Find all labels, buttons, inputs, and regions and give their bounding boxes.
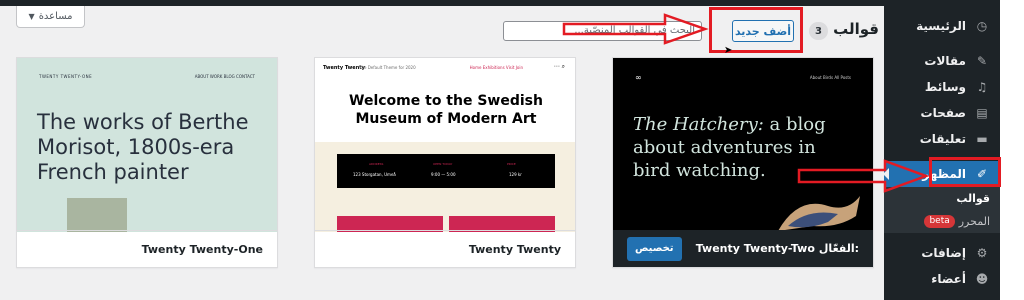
theme-screenshot[interactable]: ∞ About Birds All Posts The Hatchery: a …: [613, 58, 873, 232]
sidebar-item-posts[interactable]: ✎ مقالات: [884, 48, 1000, 74]
comment-icon: ▬: [976, 132, 988, 146]
info-value: 129 kr: [509, 172, 522, 177]
sidebar-item-comments[interactable]: ▬ تعليقات: [884, 126, 1000, 152]
admin-sidebar: ◷ الرئيسية ✎ مقالات ♫ وسائط ▤ صفحات ▬ تع…: [883, 6, 1000, 300]
sidebar-item-label: الرئيسية: [916, 19, 966, 33]
media-icon: ♫: [976, 80, 988, 94]
submenu-label: قوالب: [956, 191, 990, 205]
preview-site-description: The Default Theme for 2020: [359, 65, 416, 70]
sidebar-item-label: أعضاء: [931, 272, 966, 286]
active-theme-label: Twenty Twenty-Two الفعّال:: [696, 242, 859, 255]
theme-card-footer: Twenty Twenty: [315, 230, 575, 267]
preview-site-title: TWENTY TWENTY-ONE: [39, 74, 93, 79]
info-label: PRICE: [507, 162, 516, 166]
user-icon: ☻: [975, 272, 989, 286]
info-label: OPEN TODAY: [433, 162, 453, 166]
customize-button[interactable]: تخصيص: [627, 236, 682, 261]
dashboard-icon: ◷: [976, 19, 988, 33]
theme-card-twenty-twenty-one[interactable]: TWENTY TWENTY-ONE ABOUT WORK BLOG CONTAC…: [16, 57, 278, 268]
theme-screenshot[interactable]: Twenty Twenty The Default Theme for 2020…: [315, 58, 575, 232]
preview-nav: About Birds All Posts: [809, 75, 851, 80]
beta-badge: beta: [924, 214, 955, 228]
page-icon: ▤: [976, 106, 988, 120]
theme-name: Twenty Twenty-One: [141, 242, 263, 256]
theme-card-twenty-twenty[interactable]: Twenty Twenty The Default Theme for 2020…: [314, 57, 576, 268]
preview-headline: Welcome to the Swedish Museum of Modern …: [349, 93, 543, 127]
right-edge: [1000, 0, 1024, 300]
chevron-down-icon: ▼: [28, 12, 35, 21]
theme-card-footer: تخصيص Twenty Twenty-Two الفعّال:: [613, 230, 873, 267]
page-title: قوالب: [833, 20, 879, 38]
annotation-box-appearance: [929, 157, 1001, 187]
annotation-arrow-icon: [797, 159, 930, 193]
help-button[interactable]: ▼ مساعدة: [16, 6, 85, 28]
theme-screenshot[interactable]: TWENTY TWENTY-ONE ABOUT WORK BLOG CONTAC…: [17, 58, 277, 232]
active-prefix: الفعّال:: [818, 242, 859, 255]
preview-artwork-image: [67, 198, 127, 232]
sidebar-item-label: تعليقات: [919, 132, 966, 146]
theme-card-footer: Twenty Twenty-One: [17, 230, 277, 267]
sidebar-item-users[interactable]: ☻ أعضاء: [884, 266, 1000, 292]
sidebar-item-dashboard[interactable]: ◷ الرئيسية: [884, 13, 1000, 39]
sidebar-item-label: صفحات: [920, 106, 966, 120]
sidebar-item-pages[interactable]: ▤ صفحات: [884, 100, 1000, 126]
info-value: 123 Storgatan, Umeå: [353, 172, 396, 177]
preview-info-bar: ADDRESS OPEN TODAY PRICE 123 Storgatan, …: [337, 154, 555, 188]
info-value: 9:00 — 5:00: [431, 172, 456, 177]
theme-name: Twenty Twenty: [468, 242, 561, 256]
annotation-arrow-icon: [562, 13, 709, 45]
binoculars-icon: ∞: [635, 73, 642, 82]
sidebar-item-label: إضافات: [921, 246, 966, 260]
pin-icon: ✎: [976, 54, 988, 68]
submenu-item-editor[interactable]: المحرر beta: [884, 209, 1000, 233]
plugin-icon: ⚙: [976, 246, 988, 260]
sidebar-item-media[interactable]: ♫ وسائط: [884, 74, 1000, 100]
submenu-label: المحرر: [958, 214, 990, 228]
preview-nav: Home Exhibitions Visit Join: [469, 65, 523, 70]
sidebar-item-label: وسائط: [924, 80, 966, 94]
theme-count-badge: 3: [809, 22, 828, 40]
sidebar-item-plugins[interactable]: ⚙ إضافات: [884, 240, 1000, 266]
search-icon: ⋯ ⌕: [553, 63, 565, 70]
preview-headline: The works of Berthe Morisot, 1800s-era F…: [37, 110, 249, 184]
preview-nav: ABOUT WORK BLOG CONTACT: [194, 74, 255, 79]
preview-headline-em: The Hatchery:: [633, 114, 764, 135]
admin-bar: [0, 0, 1024, 6]
sidebar-item-label: مقالات: [924, 54, 966, 68]
theme-name: Twenty Twenty-Two: [695, 242, 815, 255]
info-label: ADDRESS: [369, 162, 384, 166]
help-label: مساعدة: [38, 11, 73, 22]
mouse-cursor-icon: ➤: [724, 45, 733, 56]
